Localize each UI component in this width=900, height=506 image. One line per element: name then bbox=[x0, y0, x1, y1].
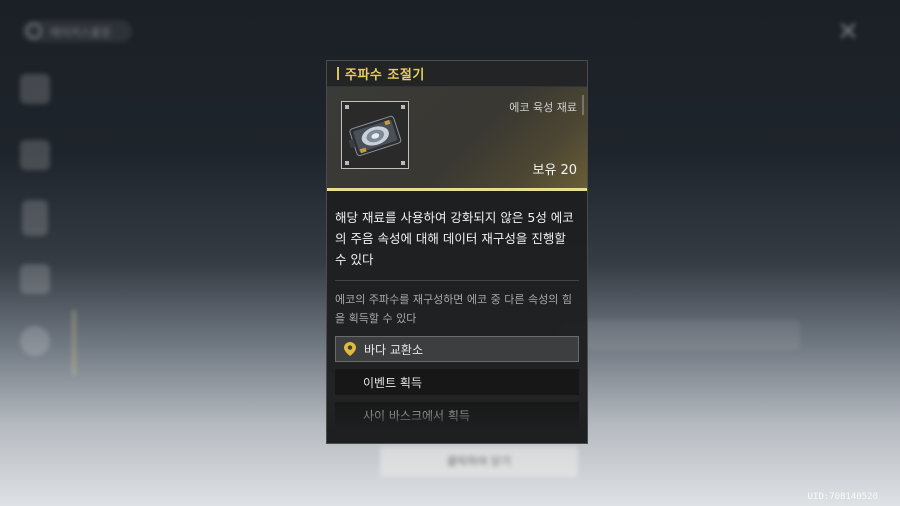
item-description: 해당 재료를 사용하여 강화되지 않은 5성 에코의 주음 속성에 대해 데이터… bbox=[335, 210, 574, 267]
background-shape bbox=[560, 320, 800, 350]
scroll-indicator bbox=[582, 95, 584, 115]
item-category: 에코 육성 재료 bbox=[509, 101, 577, 114]
dismiss-hint: 클릭하여 닫기 bbox=[446, 455, 512, 468]
source-label: 이벤트 획득 bbox=[363, 375, 423, 390]
item-flavor-text: 에코의 주파수를 재구성하면 에코 중 다른 속성의 힘을 획득할 수 있다 bbox=[335, 293, 572, 325]
source-button-bada-exchange[interactable]: 바다 교환소 bbox=[335, 336, 579, 362]
header-accent-bar bbox=[337, 67, 339, 80]
frequency-tuner-icon bbox=[348, 115, 402, 157]
source-button-event[interactable]: 이벤트 획득 bbox=[335, 369, 579, 395]
thumb-corner bbox=[401, 105, 405, 109]
item-summary: 에코 육성 재료 보유 20 bbox=[327, 87, 587, 191]
location-pin-icon bbox=[344, 342, 356, 356]
item-thumbnail bbox=[341, 101, 409, 169]
source-label: 사이 바스크에서 획득 bbox=[363, 408, 470, 423]
source-label: 바다 교환소 bbox=[364, 342, 424, 357]
top-bar-icon bbox=[26, 23, 42, 39]
thumb-corner bbox=[401, 161, 405, 165]
owned-label: 보유 bbox=[532, 163, 557, 178]
thumb-corner bbox=[345, 161, 349, 165]
side-menu-icon[interactable] bbox=[20, 326, 50, 356]
uid-label: UID:708140520 bbox=[807, 492, 878, 502]
item-title: 주파수 조절기 bbox=[345, 68, 425, 83]
side-menu-icon[interactable] bbox=[20, 264, 50, 294]
side-scroll-rail bbox=[72, 310, 76, 376]
source-button-partial[interactable]: 사이 바스크에서 획득 bbox=[335, 402, 579, 428]
owned-count: 보유 20 bbox=[533, 159, 577, 178]
thumb-corner bbox=[345, 105, 349, 109]
side-menu-icon[interactable] bbox=[20, 140, 50, 170]
side-menu-icon[interactable] bbox=[20, 74, 50, 104]
item-tooltip-panel: 주파수 조절기 에코 육성 재료 보유 20 해당 재료를 사용하여 강화되지 … bbox=[326, 60, 588, 444]
tooltip-header: 주파수 조절기 bbox=[327, 61, 587, 87]
top-bar-label: 에이커스쿨정 bbox=[50, 26, 111, 39]
owned-number: 20 bbox=[560, 163, 577, 178]
close-icon[interactable]: ✕ bbox=[834, 18, 862, 46]
acquisition-source-list: 바다 교환소 이벤트 획득 사이 바스크에서 획득 bbox=[335, 336, 579, 435]
side-menu-icon[interactable] bbox=[22, 200, 48, 236]
